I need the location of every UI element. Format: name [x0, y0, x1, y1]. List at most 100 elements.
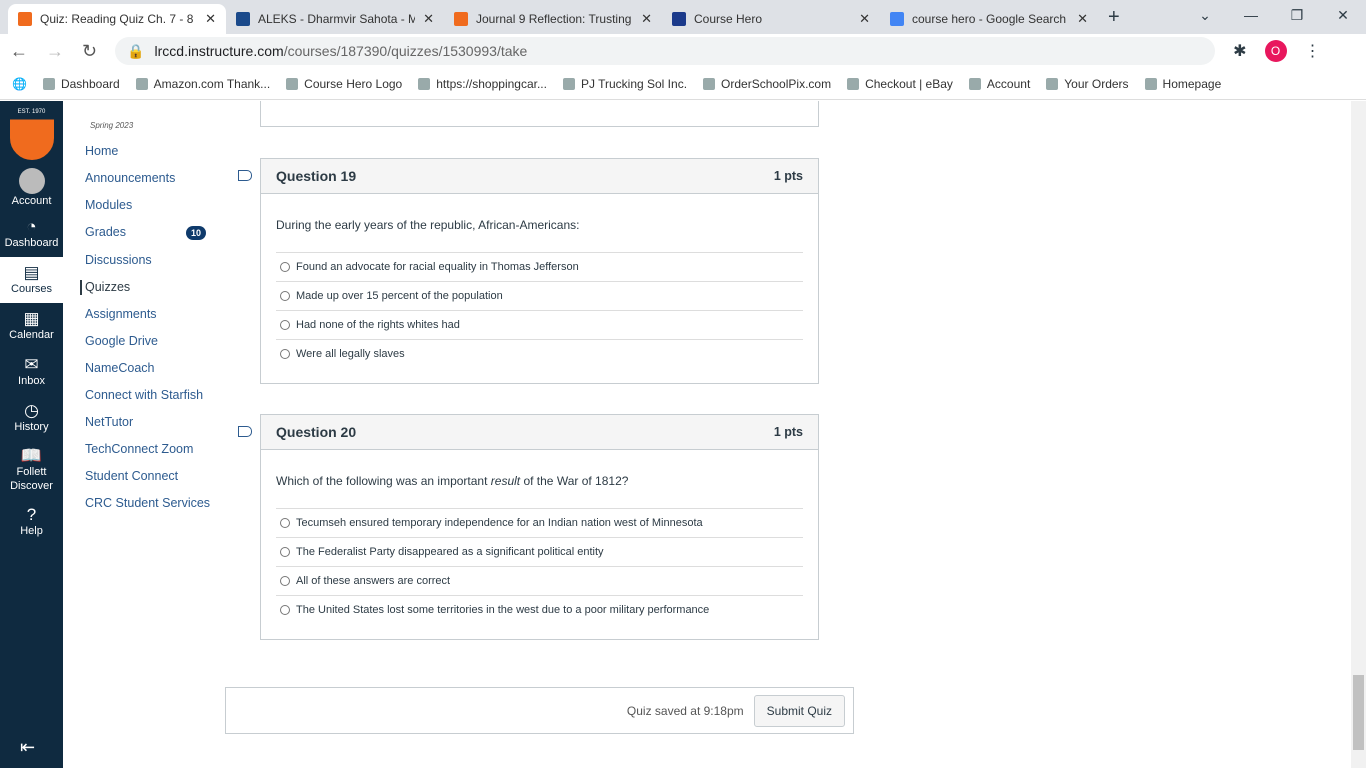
- browser-tab[interactable]: Course Hero ✕: [662, 4, 880, 34]
- address-bar[interactable]: 🔒 lrccd.instructure.com/courses/187390/qu…: [115, 37, 1216, 65]
- bookmark-item[interactable]: Dashboard: [42, 77, 120, 91]
- radio-button[interactable]: [280, 547, 290, 557]
- browser-tab[interactable]: Quiz: Reading Quiz Ch. 7 - 8 ✕: [8, 4, 226, 34]
- course-nav-discussions[interactable]: Discussions: [85, 253, 225, 268]
- global-nav-help[interactable]: ? Help: [0, 499, 63, 545]
- global-nav-dashboard[interactable]: ◔ Dashboard: [0, 211, 63, 257]
- question-header: Question 20 1 pts: [261, 415, 818, 450]
- course-nav-student-connect[interactable]: Student Connect: [85, 469, 225, 484]
- collapse-nav-icon[interactable]: ⇤: [20, 737, 35, 758]
- bookmark-item[interactable]: Homepage: [1144, 77, 1221, 91]
- new-tab-button[interactable]: +: [1108, 6, 1120, 29]
- minimize-button[interactable]: —: [1228, 0, 1274, 30]
- nav-icon: ?: [26, 505, 37, 524]
- answer-option[interactable]: Made up over 15 percent of the populatio…: [276, 281, 803, 310]
- radio-button[interactable]: [280, 576, 290, 586]
- bookmark-item[interactable]: Account: [968, 77, 1030, 91]
- global-nav-courses[interactable]: ▤ Courses: [0, 257, 63, 303]
- answer-option[interactable]: All of these answers are correct: [276, 566, 803, 595]
- course-nav-modules[interactable]: Modules: [85, 198, 225, 213]
- tab-strip: Quiz: Reading Quiz Ch. 7 - 8 ✕ ALEKS - Dha…: [0, 0, 1366, 34]
- bookmark-label: Course Hero Logo: [304, 76, 403, 91]
- answer-option[interactable]: Tecumseh ensured temporary independence …: [276, 508, 803, 537]
- global-nav-account[interactable]: Account: [0, 165, 63, 211]
- course-nav-announcements[interactable]: Announcements: [85, 171, 225, 186]
- forward-icon[interactable]: →: [46, 41, 64, 62]
- favicon-icon: [18, 12, 32, 26]
- course-nav-crc-student-services[interactable]: CRC Student Services: [85, 496, 225, 511]
- scrollbar-thumb[interactable]: [1353, 675, 1364, 750]
- bookmark-icon: [286, 77, 299, 90]
- close-tab-icon[interactable]: ✕: [1077, 11, 1088, 27]
- profile-avatar[interactable]: O: [1264, 40, 1287, 62]
- course-nav-nettutor[interactable]: NetTutor: [85, 415, 225, 430]
- bookmark-item[interactable]: OrderSchoolPix.com: [703, 77, 831, 91]
- question-text-part: Which of the following was an important: [276, 474, 491, 488]
- scrollbar[interactable]: [1351, 101, 1366, 768]
- flag-question-icon[interactable]: [238, 426, 252, 437]
- answer-option[interactable]: Had none of the rights whites had: [276, 310, 803, 339]
- extensions-icon[interactable]: ✱: [1233, 41, 1246, 61]
- bookmark-item[interactable]: Your Orders: [1046, 77, 1129, 91]
- browser-tab[interactable]: ALEKS - Dharmvir Sahota - M ✕: [226, 4, 444, 34]
- answer-option[interactable]: The United States lost some territories …: [276, 595, 803, 624]
- course-nav-home[interactable]: Home: [85, 144, 225, 159]
- global-nav-inbox[interactable]: ✉ Inbox: [0, 349, 63, 395]
- bookmark-item[interactable]: Checkout | eBay: [847, 77, 953, 91]
- radio-button[interactable]: [280, 518, 290, 528]
- favicon-icon: [454, 12, 468, 26]
- course-nav-quizzes[interactable]: Quizzes: [80, 280, 225, 295]
- course-nav-assignments[interactable]: Assignments: [85, 307, 225, 322]
- quiz-footer: Quiz saved at 9:18pm Submit Quiz: [225, 687, 854, 734]
- nav-label: Assignments: [85, 307, 157, 321]
- radio-button[interactable]: [280, 349, 290, 359]
- nav-label: Home: [85, 144, 119, 158]
- question-text: Which of the following was an important …: [261, 450, 818, 508]
- flag-question-icon[interactable]: [238, 170, 252, 181]
- tab-title: ALEKS - Dharmvir Sahota - M: [258, 12, 416, 26]
- browser-tab[interactable]: Journal 9 Reflection: Trusting ✕: [444, 4, 662, 34]
- radio-button[interactable]: [280, 291, 290, 301]
- answer-label: Made up over 15 percent of the populatio…: [296, 290, 503, 302]
- reload-icon[interactable]: ↻: [82, 41, 97, 62]
- nav-label: Help: [20, 525, 43, 537]
- global-nav-calendar[interactable]: ▦ Calendar: [0, 303, 63, 349]
- nav-icon: [18, 168, 45, 194]
- answer-option[interactable]: Found an advocate for racial equality in…: [276, 252, 803, 281]
- menu-icon[interactable]: ⋮: [1305, 41, 1321, 61]
- question-card: Question 19 1 pts During the early years o…: [260, 158, 819, 384]
- bookmark-item[interactable]: Course Hero Logo: [286, 77, 402, 91]
- radio-button[interactable]: [280, 262, 290, 272]
- global-nav-history[interactable]: ◷ History: [0, 395, 63, 441]
- answer-label: Had none of the rights whites had: [296, 319, 460, 331]
- close-tab-icon[interactable]: ✕: [423, 11, 434, 27]
- answer-option[interactable]: Were all legally slaves: [276, 339, 803, 368]
- bookmark-item[interactable]: PJ Trucking Sol Inc.: [562, 77, 687, 91]
- course-nav-namecoach[interactable]: NameCoach: [85, 361, 225, 376]
- course-nav-techconnect-zoom[interactable]: TechConnect Zoom: [85, 442, 225, 457]
- close-tab-icon[interactable]: ✕: [859, 11, 870, 27]
- nav-label: NetTutor: [85, 415, 134, 429]
- course-nav-connect-with-starfish[interactable]: Connect with Starfish: [85, 388, 225, 403]
- radio-button[interactable]: [280, 605, 290, 615]
- course-nav-google-drive[interactable]: Google Drive: [85, 334, 225, 349]
- college-logo[interactable]: EST. 1970: [0, 101, 63, 165]
- bookmark-item[interactable]: Amazon.com Thank...: [135, 77, 270, 91]
- back-icon[interactable]: ←: [10, 41, 28, 62]
- tab-search-icon[interactable]: ⌄: [1182, 0, 1228, 30]
- restore-button[interactable]: ❐: [1274, 0, 1320, 30]
- grades-badge: 10: [186, 226, 207, 240]
- close-tab-icon[interactable]: ✕: [205, 11, 216, 27]
- apps-icon[interactable]: 🌐: [12, 77, 27, 91]
- global-nav-follett-discover[interactable]: 📖 Follett Discover: [0, 441, 63, 499]
- close-tab-icon[interactable]: ✕: [641, 11, 652, 27]
- answer-option[interactable]: The Federalist Party disappeared as a si…: [276, 537, 803, 566]
- bookmark-item[interactable]: https://shoppingcar...: [418, 77, 547, 91]
- course-nav-grades[interactable]: Grades 10: [85, 225, 225, 241]
- close-window-button[interactable]: ✕: [1320, 0, 1366, 30]
- question-header: Question 19 1 pts: [261, 159, 818, 194]
- radio-button[interactable]: [280, 320, 290, 330]
- browser-tab[interactable]: course hero - Google Search ✕: [880, 4, 1098, 34]
- quiz-saved-status: Quiz saved at 9:18pm: [626, 703, 744, 718]
- submit-quiz-button[interactable]: Submit Quiz: [753, 694, 845, 727]
